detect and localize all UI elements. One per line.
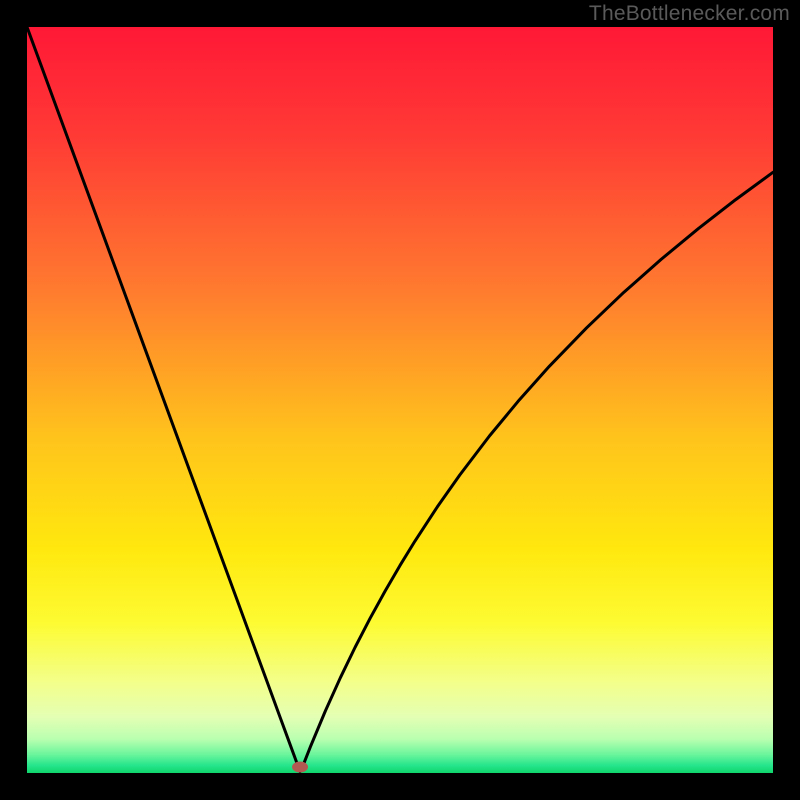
chart-gradient-bg [27, 27, 773, 773]
chart-plot-area [27, 27, 773, 773]
optimal-point-marker [292, 762, 308, 773]
chart-frame: TheBottlenecker.com [0, 0, 800, 800]
watermark-text: TheBottlenecker.com [589, 2, 790, 26]
chart-svg [27, 27, 773, 773]
